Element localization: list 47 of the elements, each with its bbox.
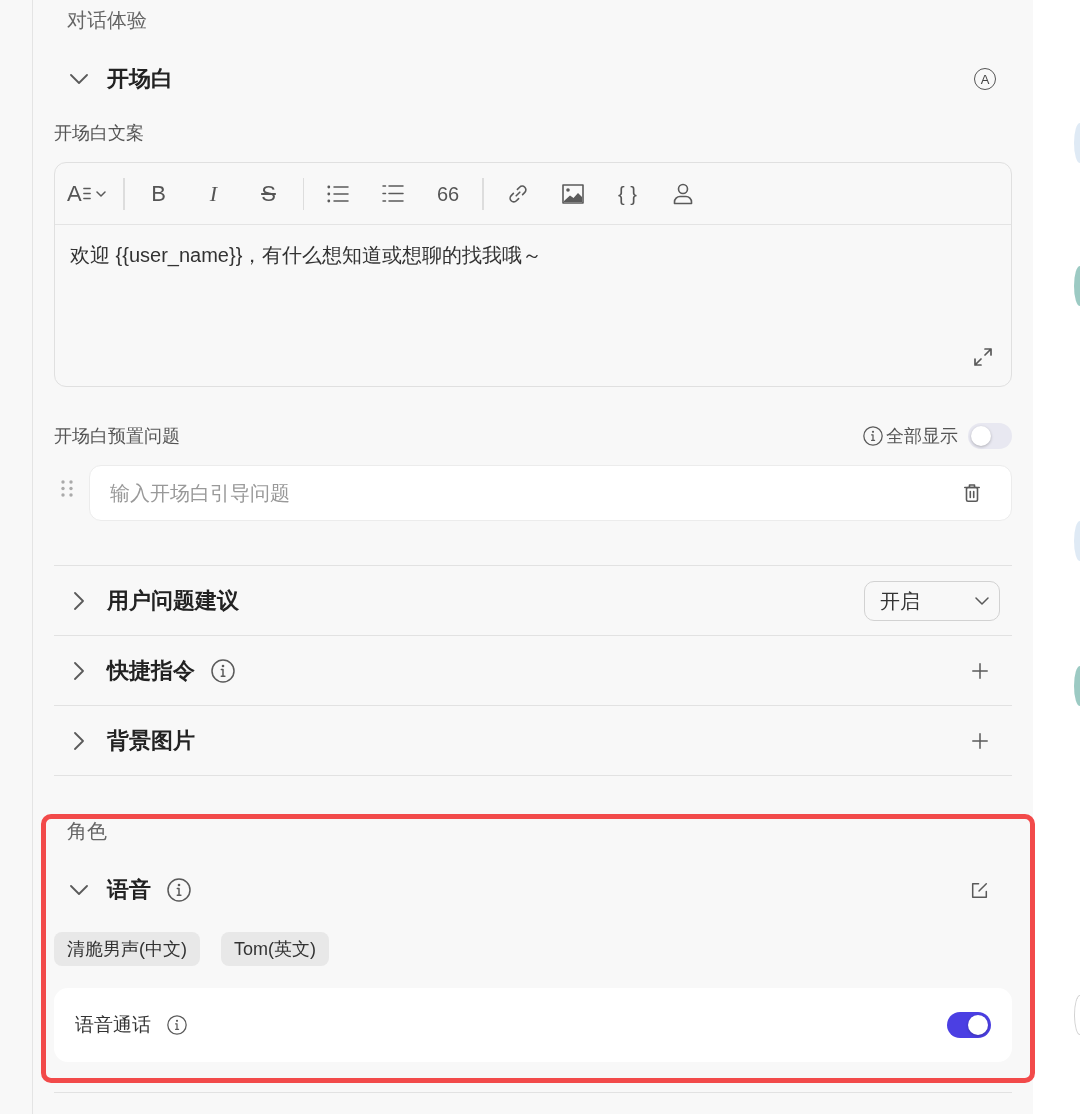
person-icon[interactable]	[672, 182, 693, 205]
variable-button[interactable]: { }	[609, 175, 646, 212]
group-title: 背景图片	[107, 726, 195, 755]
section-heading: 角色	[66, 819, 108, 844]
expand-icon[interactable]	[974, 348, 992, 366]
info-icon[interactable]	[863, 426, 883, 446]
bullet-list-icon[interactable]	[327, 184, 349, 203]
plus-icon[interactable]	[972, 662, 988, 679]
italic-button[interactable]: I	[195, 175, 232, 212]
voice-tag: 清脆男声(中文)	[54, 932, 200, 966]
setting-label: 语音通话	[75, 1012, 151, 1037]
toggle-switch[interactable]	[968, 423, 1012, 449]
info-icon[interactable]	[167, 878, 191, 902]
group-title: 快捷指令	[107, 656, 195, 685]
voice-tag: Tom(英文)	[221, 932, 329, 966]
chevron-down-icon[interactable]	[70, 885, 88, 895]
bold-button[interactable]: B	[140, 175, 177, 212]
question-input[interactable]: 输入开场白引导问题	[89, 465, 1012, 521]
info-icon[interactable]	[211, 658, 235, 683]
toggle-switch[interactable]	[947, 1012, 991, 1038]
numbered-list-icon[interactable]	[382, 184, 404, 203]
font-size-button[interactable]: A	[67, 175, 107, 212]
caret-icon	[95, 190, 106, 197]
caret-icon	[975, 596, 989, 605]
chevron-right-icon[interactable]	[74, 661, 84, 680]
strikethrough-button[interactable]: S	[250, 175, 287, 212]
group-title: 开场白	[107, 65, 173, 93]
info-icon[interactable]	[167, 1015, 187, 1035]
section-heading: 对话体验	[66, 8, 148, 33]
field-label: 开场白文案	[54, 122, 145, 145]
chevron-right-icon[interactable]	[74, 731, 84, 750]
plus-icon[interactable]	[972, 732, 988, 749]
link-icon[interactable]	[507, 183, 528, 204]
toggle-label: 全部显示	[886, 424, 958, 448]
group-title: 用户问题建议	[107, 586, 239, 615]
chevron-down-icon[interactable]	[70, 74, 88, 84]
trash-icon[interactable]	[964, 484, 980, 502]
drag-handle-icon[interactable]	[61, 480, 73, 497]
quote-button[interactable]: 66	[430, 175, 466, 212]
edit-icon[interactable]	[971, 881, 988, 899]
chevron-right-icon[interactable]	[74, 591, 84, 610]
field-label: 开场白预置问题	[54, 425, 180, 448]
image-icon[interactable]	[561, 183, 584, 204]
group-title: 语音	[107, 876, 151, 904]
text-lines-icon	[82, 187, 91, 200]
dropdown-select[interactable]: 开启	[864, 580, 1000, 621]
editor-field[interactable]: 欢迎 {{user_name}}，有什么想知道或想聊的找我哦～	[55, 225, 1011, 386]
